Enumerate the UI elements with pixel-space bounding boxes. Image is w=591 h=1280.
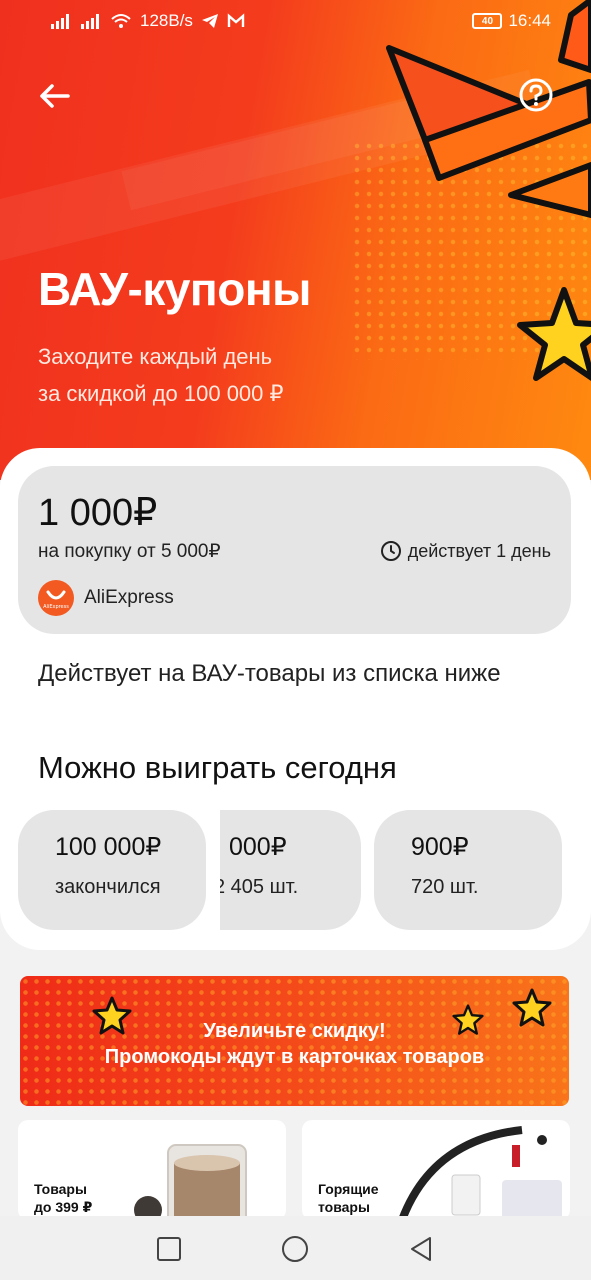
promo-banner[interactable]: Увеличьте скидку! Промокоды ждут в карто…: [20, 976, 569, 1106]
aliexpress-logo: AliExpress: [38, 580, 74, 616]
battery-level: 40: [481, 15, 494, 27]
coupon-amount: 1 000₽: [38, 492, 158, 534]
coffee-cup-image: [134, 1144, 247, 1220]
page-title: ВАУ-купоны: [38, 263, 311, 315]
category-tile-line: до 399 ₽: [34, 1199, 93, 1215]
help-button[interactable]: [518, 77, 554, 113]
coupon-card[interactable]: 1 000₽ на покупку от 5 000₽ действует 1 …: [18, 466, 571, 634]
accessories-image: [398, 1126, 562, 1220]
hero-subtitle-line: Заходите каждый день: [38, 344, 273, 369]
signal-icon: [81, 14, 99, 29]
prize-count: 2 405 шт.: [220, 876, 299, 898]
system-navigation-bar: [0, 1216, 591, 1280]
clock: 16:44: [508, 11, 551, 30]
prize-count: закончился: [55, 876, 161, 898]
status-bar: 128B/s 40 16:44: [0, 0, 591, 40]
category-tile-line: товары: [318, 1199, 370, 1215]
signal-icon: [51, 14, 69, 29]
category-tile[interactable]: Горящие товары: [302, 1120, 570, 1220]
prize-value: 100 000₽: [55, 833, 162, 861]
seller-name: AliExpress: [84, 587, 174, 608]
star-icon: [517, 287, 591, 381]
network-speed: 128B/s: [140, 11, 193, 30]
hero-subtitle: Заходите каждый день за скидкой до 100 0…: [38, 338, 398, 412]
mail-icon: [227, 13, 245, 27]
logo-text: AliExpress: [43, 604, 69, 610]
prize-count: 720 шт.: [411, 876, 479, 898]
clock-icon: [380, 541, 401, 561]
question-circle-icon: [519, 78, 553, 112]
battery-icon: 40: [472, 13, 503, 29]
prize-card[interactable]: 900₽ 720 шт.: [374, 810, 562, 930]
section-title: Можно выиграть сегодня: [38, 750, 397, 785]
home-button[interactable]: [280, 1234, 310, 1264]
wifi-icon: [111, 14, 131, 28]
recent-apps-button[interactable]: [154, 1234, 184, 1264]
category-tile-line: Товары: [34, 1181, 87, 1197]
telegram-icon: [201, 14, 218, 28]
back-button[interactable]: [34, 75, 76, 117]
hero-subtitle-line: за скидкой до 100 000 ₽: [38, 381, 284, 406]
prize-card[interactable]: 100 000₽ закончился: [18, 810, 206, 930]
category-tile-label: Товары до 399 ₽: [34, 1180, 92, 1216]
category-tile-label: Горящие товары: [318, 1180, 379, 1216]
coupon-note: Действует на ВАУ-товары из списка ниже: [38, 660, 501, 687]
promo-title: Увеличьте скидку!: [203, 1020, 386, 1042]
triangle-back-icon: [411, 1237, 431, 1261]
coupon-validity: действует 1 день: [380, 540, 551, 562]
back-nav-button[interactable]: [406, 1234, 436, 1264]
prize-value: 900₽: [411, 833, 469, 861]
coupon-validity-text: действует 1 день: [407, 540, 551, 561]
promo-subtitle: Промокоды ждут в карточках товаров: [104, 1046, 485, 1068]
circle-icon: [282, 1236, 308, 1262]
square-icon: [157, 1237, 181, 1261]
prize-value: 000₽: [229, 833, 287, 861]
coupon-condition: на покупку от 5 000₽: [38, 541, 221, 562]
prize-card[interactable]: 000₽ 2 405 шт.: [220, 810, 361, 930]
category-tile[interactable]: Товары до 399 ₽: [18, 1120, 286, 1220]
category-tile-line: Горящие: [318, 1181, 379, 1197]
aliexpress-logo-icon: AliExpress: [43, 590, 69, 610]
arrow-left-icon: [40, 84, 70, 108]
coupon-seller: AliExpress AliExpress: [38, 580, 174, 616]
